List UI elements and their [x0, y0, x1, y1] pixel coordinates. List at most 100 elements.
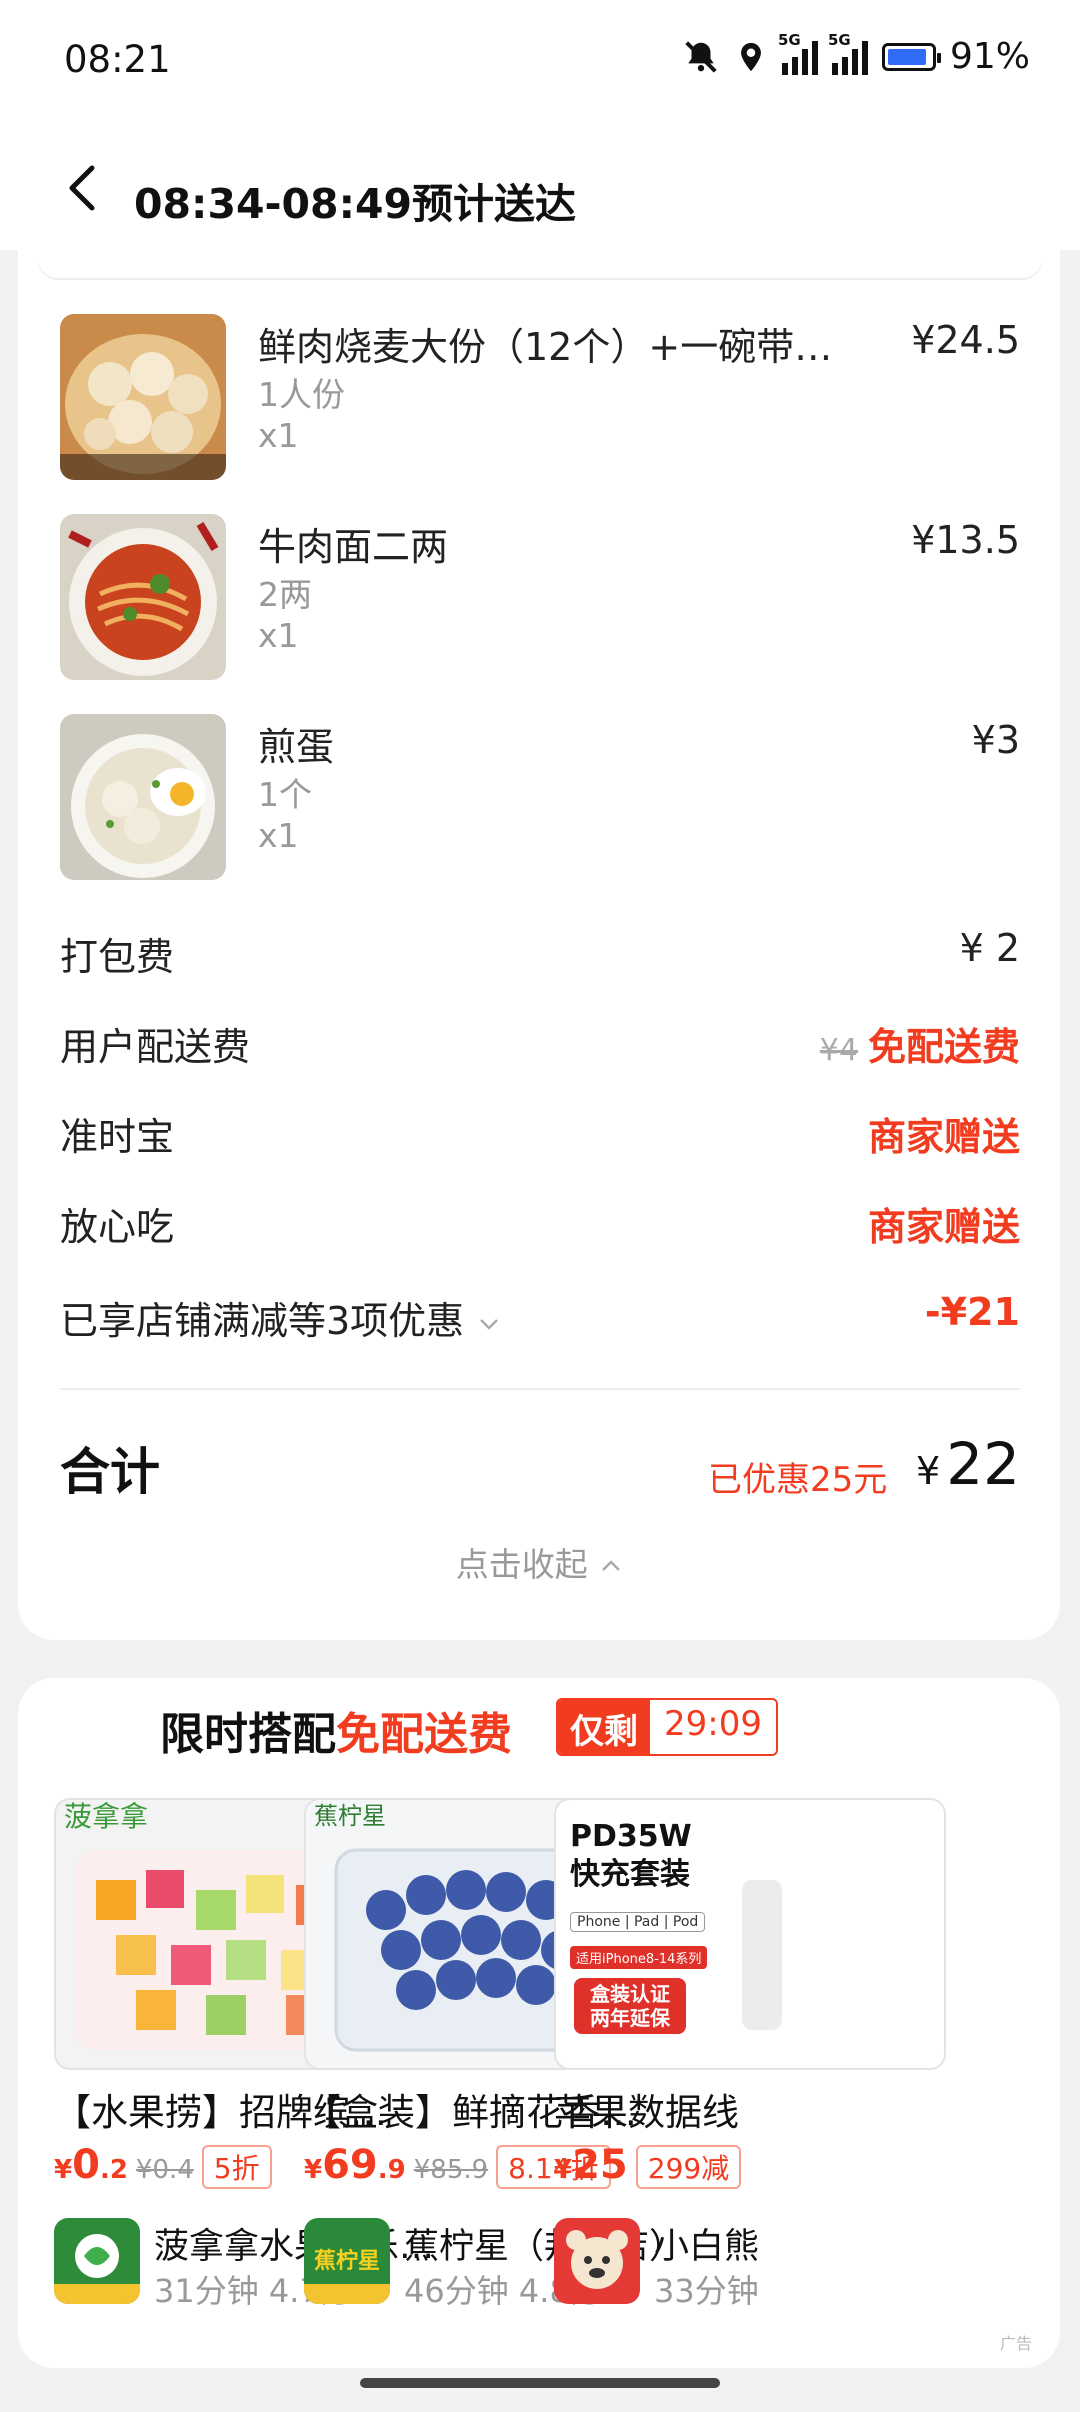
- item-price: ¥24.5: [911, 318, 1020, 362]
- countdown-timer: 仅剩 29:09: [556, 1698, 778, 1756]
- item-spec: 2两: [258, 575, 312, 614]
- fee-label: 打包费: [60, 935, 175, 979]
- item-price: ¥3: [971, 718, 1020, 762]
- battery-icon: [881, 42, 941, 71]
- total-number: 22: [946, 1430, 1020, 1498]
- fee-label: 准时宝: [60, 1115, 175, 1159]
- promo-title-prefix: 限时搭配: [160, 1709, 336, 1760]
- item-quantity: x1: [258, 416, 299, 455]
- product-price: ¥25: [554, 2142, 628, 2188]
- image-text: 快充套装: [570, 1856, 690, 1892]
- packing-fee-row: 打包费 ¥ 2: [60, 918, 1020, 979]
- status-time: 08:21: [64, 38, 171, 81]
- timer-value: 29:09: [650, 1700, 776, 1754]
- shop-logo: [54, 2218, 140, 2304]
- status-bar: 08:21 5G 5G 91%: [0, 0, 1080, 128]
- image-text: Phone | Pad | Pod: [570, 1912, 706, 1932]
- fee-value: ¥4 免配送费: [820, 1016, 1020, 1071]
- item-thumbnail: [60, 714, 226, 880]
- price-dec: .9: [377, 2155, 406, 2185]
- product-name: 苹果数据线: [554, 2091, 739, 2134]
- discount-row[interactable]: 已享店铺满减等3项优惠 -¥21: [60, 1282, 1020, 1345]
- item-name: 牛肉面二两: [258, 525, 449, 569]
- brand-logo-text: 蕉柠星: [314, 1802, 386, 1830]
- network-type: 5G: [827, 30, 851, 49]
- order-item[interactable]: 牛肉面二两 2两 x1 ¥13.5: [60, 514, 1020, 684]
- chevron-up-icon: [602, 1560, 621, 1571]
- product-price: ¥69.9: [304, 2142, 406, 2188]
- back-arrow-icon[interactable]: [54, 158, 114, 218]
- item-name: 煎蛋: [258, 725, 335, 769]
- order-item[interactable]: 煎蛋 1个 x1 ¥3: [60, 714, 1020, 884]
- original-price: ¥85.9: [413, 2155, 489, 2185]
- price-int: 69: [322, 2142, 378, 2188]
- collapse-label: 点击收起: [455, 1545, 588, 1584]
- battery-percent: 91%: [949, 36, 1030, 77]
- item-spec: 1个: [258, 775, 312, 814]
- image-text: 两年延保: [590, 2006, 670, 2030]
- product-image: PD35W 快充套装 Phone | Pad | Pod 适用iPhone8-1…: [554, 1798, 946, 2070]
- shop-meta: 33分钟: [654, 2266, 759, 2312]
- original-price: ¥0.4: [135, 2155, 194, 2185]
- item-price: ¥13.5: [911, 518, 1020, 562]
- item-spec: 1人份: [258, 375, 345, 414]
- timer-label: 仅剩: [558, 1700, 650, 1754]
- promo-title: 限时搭配免配送费: [160, 1698, 512, 1762]
- fee-value: ¥ 2: [959, 926, 1020, 970]
- signal-icon: 5G: [778, 31, 818, 75]
- ad-tag: 广告: [999, 2334, 1032, 2353]
- svg-text:蕉柠星: 蕉柠星: [314, 2248, 380, 2274]
- price-int: 0: [72, 2142, 100, 2188]
- shop-logo: [554, 2218, 640, 2304]
- delivery-eta-title: 08:34-08:49预计送达: [134, 180, 577, 228]
- item-name: 鲜肉烧麦大份（12个）+一碗带…: [258, 325, 833, 369]
- total-amount: ¥22: [916, 1430, 1020, 1498]
- discount-badge: 299减: [635, 2145, 742, 2189]
- item-quantity: x1: [258, 816, 299, 855]
- order-item[interactable]: 鲜肉烧麦大份（12个）+一碗带… 1人份 x1 ¥24.5: [60, 314, 1020, 484]
- image-text: 适用iPhone8-14系列: [570, 1946, 708, 1969]
- delivery-time: 33分钟: [654, 2272, 759, 2310]
- saved-amount: 已优惠25元: [708, 1460, 888, 1500]
- collapse-button[interactable]: 点击收起: [0, 1538, 1080, 1586]
- fee-label: 已享店铺满减等3项优惠: [60, 1290, 502, 1345]
- item-thumbnail: [60, 514, 226, 680]
- original-delivery-fee: ¥4: [819, 1033, 858, 1068]
- promo-product[interactable]: PD35W 快充套装 Phone | Pad | Pod 适用iPhone8-1…: [554, 1798, 946, 2338]
- location-icon: [741, 42, 761, 71]
- item-quantity: x1: [258, 616, 299, 655]
- fee-label: 用户配送费: [60, 1025, 251, 1069]
- ontime-guarantee-row: 准时宝 商家赠送: [60, 1098, 1020, 1159]
- home-indicator[interactable]: [360, 2378, 720, 2388]
- total-label: 合计: [60, 1443, 160, 1501]
- image-text: 盒装认证: [590, 1982, 670, 2006]
- discount-badge: 5折: [201, 2145, 272, 2189]
- divider: [60, 1388, 1020, 1390]
- fee-value: -¥21: [924, 1290, 1020, 1334]
- nav-header: 08:34-08:49预计送达: [0, 128, 1080, 250]
- delivery-fee-row: 用户配送费 ¥4 免配送费: [60, 1008, 1020, 1071]
- mute-bell-icon: [685, 40, 717, 73]
- currency: ¥: [916, 1449, 941, 1493]
- chevron-down-icon[interactable]: [476, 1314, 502, 1334]
- fee-value: 商家赠送: [867, 1115, 1020, 1159]
- promo-title-highlight: 免配送费: [336, 1709, 512, 1760]
- safe-eat-row: 放心吃 商家赠送: [60, 1188, 1020, 1249]
- price-int: 25: [572, 2142, 628, 2188]
- price-row: ¥25 299减: [554, 2142, 742, 2189]
- price-row: ¥0.2 ¥0.4 5折: [54, 2142, 272, 2189]
- shop-name: 小白熊: [654, 2227, 760, 2267]
- price-dec: .2: [99, 2155, 128, 2185]
- fee-value: 商家赠送: [867, 1205, 1020, 1249]
- product-price: ¥0.2: [54, 2142, 128, 2188]
- fee-label: 放心吃: [60, 1205, 175, 1249]
- promo-card: 限时搭配免配送费 仅剩 29:09 菠拿拿 【水果捞】招牌缤… ¥0.2 ¥0.…: [18, 1678, 1060, 2368]
- brand-logo-text: 菠拿拿: [64, 1800, 148, 1833]
- item-thumbnail: [60, 314, 226, 480]
- discount-label: 已享店铺满减等3项优惠: [60, 1299, 465, 1343]
- image-text: PD35W: [570, 1819, 692, 1854]
- store-header-remnant: [38, 250, 1042, 278]
- network-type: 5G: [777, 30, 801, 49]
- delivery-time: 46分钟: [404, 2272, 509, 2310]
- shop-logo: 蕉柠星: [304, 2218, 390, 2304]
